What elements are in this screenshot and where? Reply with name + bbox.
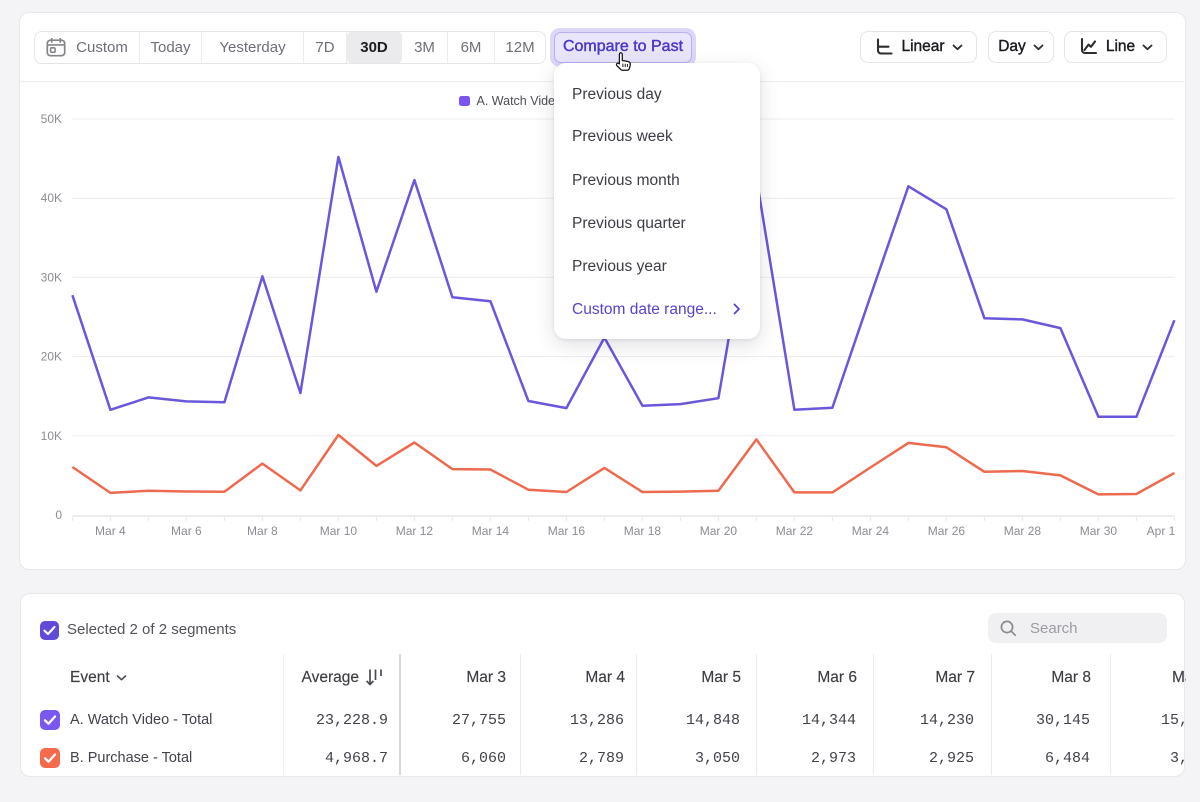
svg-text:Mar 22: Mar 22 [776,524,814,538]
svg-text:20K: 20K [41,350,62,364]
svg-text:Mar 6: Mar 6 [171,524,202,538]
svg-text:30K: 30K [41,270,62,284]
svg-text:Mar 16: Mar 16 [548,524,586,538]
svg-text:10K: 10K [41,429,62,443]
svg-text:Mar 10: Mar 10 [320,524,358,538]
svg-text:Mar 26: Mar 26 [928,524,966,538]
svg-text:Apr 1: Apr 1 [1147,524,1176,538]
svg-text:40K: 40K [41,191,62,205]
svg-text:Mar 12: Mar 12 [396,524,434,538]
svg-text:Mar 28: Mar 28 [1004,524,1042,538]
svg-text:Mar 30: Mar 30 [1080,524,1118,538]
svg-text:Mar 24: Mar 24 [852,524,890,538]
svg-text:Mar 14: Mar 14 [472,524,510,538]
svg-text:Mar 4: Mar 4 [95,524,126,538]
svg-text:0: 0 [55,508,62,522]
svg-text:Mar 8: Mar 8 [247,524,278,538]
svg-text:50K: 50K [41,112,62,126]
svg-text:Mar 20: Mar 20 [700,524,738,538]
svg-text:Mar 18: Mar 18 [624,524,662,538]
